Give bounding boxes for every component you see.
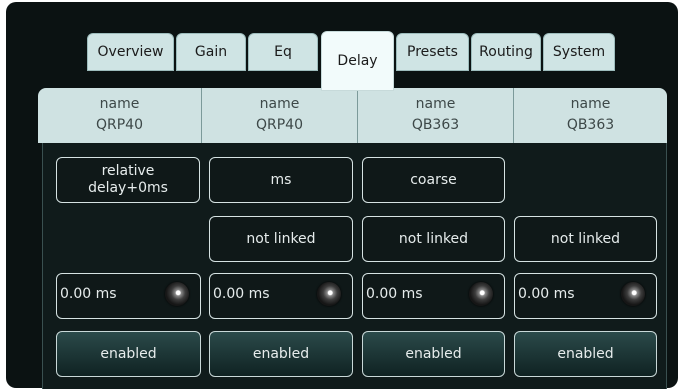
delay-value-text: 0.00 ms	[60, 286, 117, 302]
enable-button-4[interactable]: enabled	[514, 331, 657, 377]
knob-icon[interactable]	[621, 282, 645, 306]
link-button-4[interactable]: not linked	[514, 216, 657, 262]
delay-value-text: 0.00 ms	[366, 286, 423, 302]
channel-name-value: QRP40	[255, 117, 303, 133]
tab-eq[interactable]: Eq	[248, 33, 318, 71]
channel-header-2: name QRP40	[201, 88, 357, 143]
delay-value-field-2[interactable]: 0.00 ms	[209, 273, 353, 319]
link-button-2[interactable]: not linked	[209, 216, 353, 262]
delay-value-field-3[interactable]: 0.00 ms	[362, 273, 505, 319]
enable-button-3[interactable]: enabled	[362, 331, 505, 377]
tab-presets[interactable]: Presets	[396, 33, 469, 71]
delay-value-text: 0.00 ms	[518, 286, 575, 302]
channel-name-label: name	[415, 96, 456, 112]
channel-header-3: name QB363	[357, 88, 513, 143]
enable-button-1[interactable]: enabled	[56, 331, 201, 377]
delay-value-text: 0.00 ms	[213, 286, 270, 302]
channel-name-label: name	[259, 96, 300, 112]
knob-icon[interactable]	[469, 282, 493, 306]
channel-header-4: name QB363	[513, 88, 667, 143]
tab-gain[interactable]: Gain	[176, 33, 246, 71]
tab-overview[interactable]: Overview	[87, 33, 174, 71]
channel-name-label: name	[99, 96, 140, 112]
link-button-3[interactable]: not linked	[362, 216, 505, 262]
channel-header-row: name QRP40 name QRP40 name QB363 name QB…	[38, 88, 667, 143]
channel-name-value: QB363	[566, 117, 615, 133]
knob-icon[interactable]	[317, 282, 341, 306]
screen: Overview Gain Eq Delay Presets Routing S…	[0, 0, 683, 389]
tab-system[interactable]: System	[543, 33, 615, 71]
tab-delay[interactable]: Delay	[321, 31, 394, 91]
channel-name-value: QRP40	[95, 117, 143, 133]
enable-button-2[interactable]: enabled	[209, 331, 353, 377]
channel-header-1: name QRP40	[38, 88, 201, 143]
channel-name-label: name	[570, 96, 611, 112]
tab-routing[interactable]: Routing	[471, 33, 541, 71]
delay-value-field-4[interactable]: 0.00 ms	[514, 273, 657, 319]
channel-name-value: QB363	[411, 117, 460, 133]
delay-mode-button-2[interactable]: ms	[209, 157, 353, 203]
delay-mode-button-3[interactable]: coarse	[362, 157, 505, 203]
delay-value-field-1[interactable]: 0.00 ms	[56, 273, 201, 319]
knob-icon[interactable]	[165, 282, 189, 306]
delay-mode-button-1[interactable]: relative delay+0ms	[56, 157, 200, 203]
